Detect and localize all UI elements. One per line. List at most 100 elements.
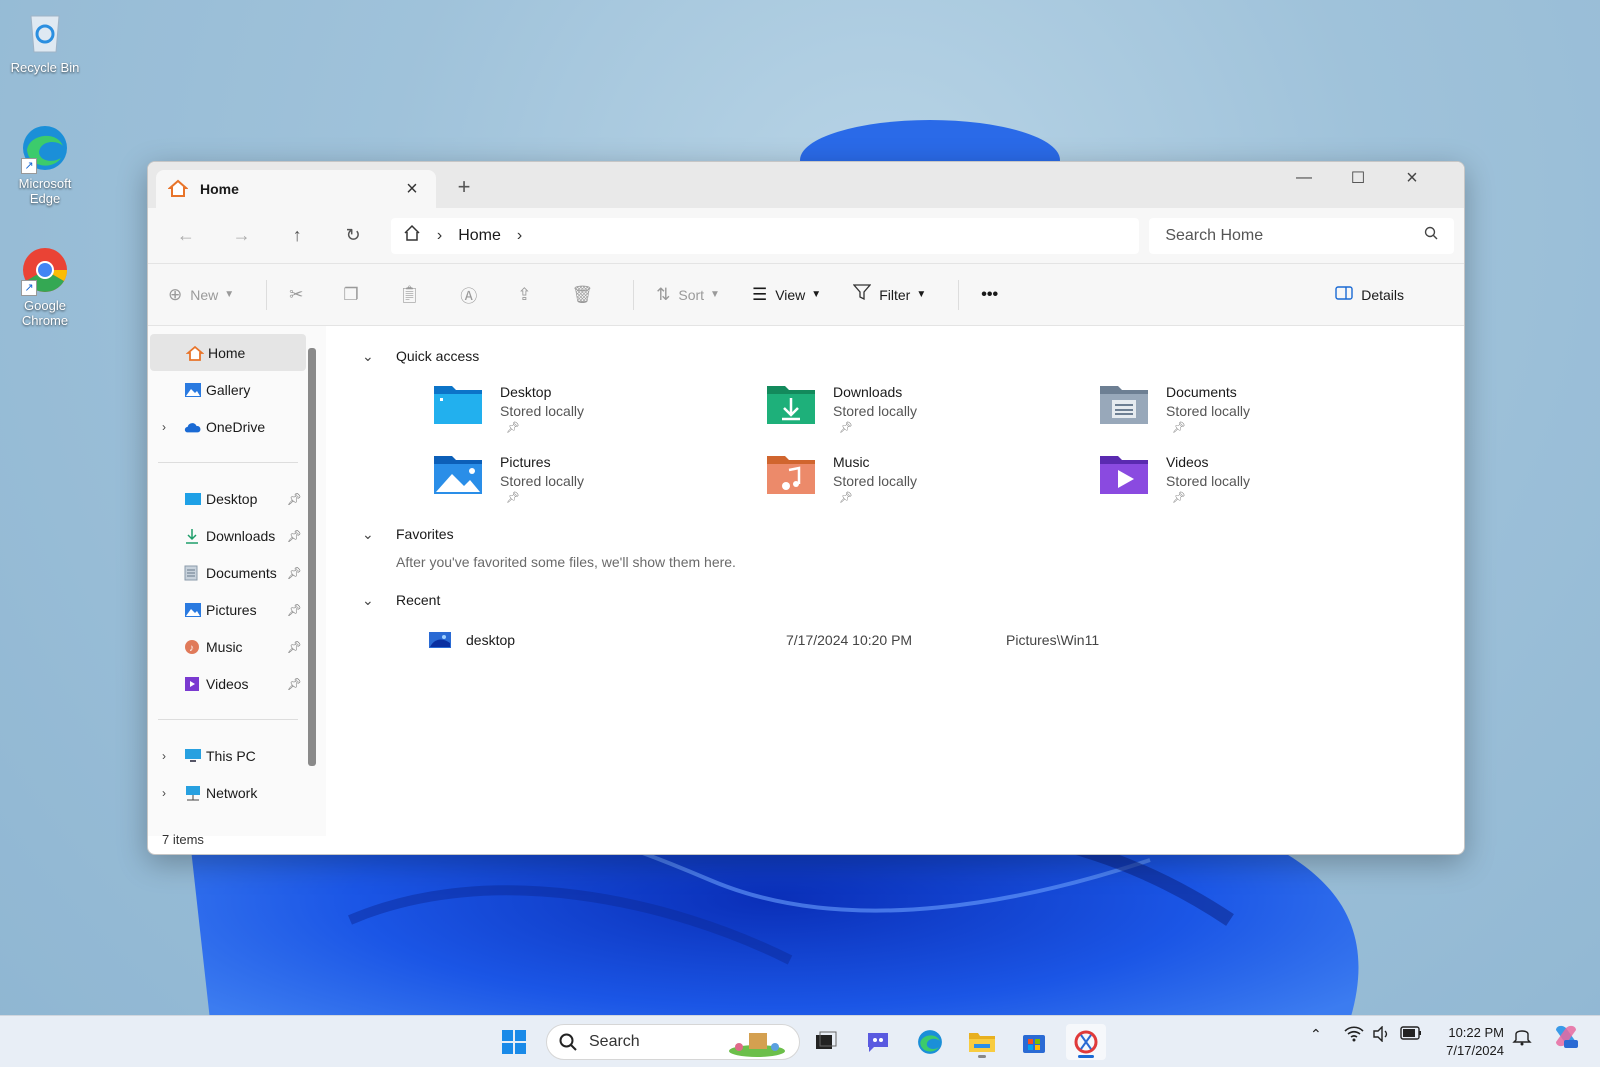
taskbar-snipping-tool[interactable] <box>1066 1024 1106 1060</box>
quick-access-pictures[interactable]: Pictures Stored locally 📌︎ <box>432 450 765 514</box>
view-button[interactable]: ☰ View ▼ <box>752 285 821 305</box>
back-button[interactable]: ← <box>158 225 214 246</box>
sidebar-item-documents[interactable]: Documents 📌︎ <box>148 554 306 591</box>
system-clock[interactable]: 10:22 PM 7/17/2024 <box>1430 1024 1504 1060</box>
sidebar-item-music[interactable]: ♪ Music 📌︎ <box>148 628 306 665</box>
more-options-button[interactable]: ••• <box>981 286 998 304</box>
share-button[interactable]: ⇪ <box>517 285 539 305</box>
tab-close-icon[interactable]: × <box>400 178 424 201</box>
forward-button[interactable]: → <box>214 225 270 246</box>
taskbar-file-explorer[interactable] <box>962 1024 1002 1060</box>
up-button[interactable]: ↑ <box>269 225 325 246</box>
pin-icon: 📌︎ <box>1172 422 1186 434</box>
tile-name: Desktop <box>500 384 552 400</box>
chevron-right-icon[interactable]: › <box>437 227 442 245</box>
section-recent[interactable]: ⌄ Recent <box>362 586 1464 614</box>
pin-icon[interactable]: 📌︎ <box>287 529 302 543</box>
sidebar-item-home[interactable]: Home <box>150 334 306 371</box>
filter-button[interactable]: Filter ▼ <box>852 284 926 305</box>
chevron-down-icon[interactable]: ⌄ <box>362 592 396 609</box>
rename-button[interactable]: Ⓐ <box>460 282 485 307</box>
breadcrumb[interactable]: › Home › <box>390 217 1140 254</box>
chevron-right-icon[interactable]: › <box>162 786 166 800</box>
volume-icon[interactable] <box>1372 1025 1392 1045</box>
cut-button[interactable]: ✂ <box>289 285 311 305</box>
sidebar-item-pictures[interactable]: Pictures 📌︎ <box>148 591 306 628</box>
search-box[interactable]: Search Home <box>1149 217 1454 254</box>
notification-icon[interactable] <box>1512 1026 1532 1049</box>
section-title: Quick access <box>396 348 480 364</box>
gallery-icon <box>184 382 202 398</box>
paste-button[interactable]: 📋︎ <box>399 285 429 305</box>
trash-icon: 🗑︎ <box>571 284 594 304</box>
recent-file-row[interactable]: desktop 7/17/2024 10:20 PM Pictures\Win1… <box>428 622 1464 658</box>
desktop-icon-recycle-bin[interactable]: Recycle Bin <box>4 8 86 75</box>
quick-access-music[interactable]: Music Stored locally 📌︎ <box>765 450 1098 514</box>
chevron-right-icon[interactable]: › <box>162 749 166 763</box>
quick-access-desktop[interactable]: Desktop Stored locally 📌︎ <box>432 380 765 444</box>
copilot-icon[interactable] <box>1552 1022 1580 1053</box>
pin-icon[interactable]: 📌︎ <box>287 566 302 580</box>
desktop-icon-edge[interactable]: ↗ Microsoft Edge <box>4 124 86 206</box>
refresh-button[interactable]: ↻ <box>325 225 381 246</box>
desktop-icon-label: Recycle Bin <box>10 60 80 75</box>
quick-access-downloads[interactable]: Downloads Stored locally 📌︎ <box>765 380 1098 444</box>
tab-home[interactable]: Home × <box>156 170 436 208</box>
maximize-button[interactable]: ☐ <box>1332 162 1384 194</box>
close-window-button[interactable]: × <box>1386 162 1438 194</box>
task-view-button[interactable] <box>806 1024 846 1060</box>
quick-access-videos[interactable]: Videos Stored locally 📌︎ <box>1098 450 1431 514</box>
sort-icon: ⇅ <box>656 284 671 304</box>
running-indicator <box>978 1055 986 1058</box>
store-icon <box>1023 1035 1045 1053</box>
desktop-folder-icon <box>184 492 202 506</box>
sidebar-item-label: Pictures <box>206 601 257 618</box>
breadcrumb-item-home[interactable]: Home <box>458 227 501 245</box>
details-pane-button[interactable]: Details <box>1335 285 1404 305</box>
search-input[interactable]: Search Home <box>1165 227 1263 245</box>
new-tab-button[interactable]: + <box>450 174 478 200</box>
pin-icon: 📌︎ <box>1172 492 1186 504</box>
chevron-down-icon[interactable]: ⌄ <box>362 348 396 365</box>
wifi-icon[interactable] <box>1344 1026 1364 1045</box>
minimize-button[interactable]: — <box>1278 162 1330 194</box>
pin-icon[interactable]: 📌︎ <box>287 677 302 691</box>
tile-status: Stored locally <box>1166 473 1251 489</box>
sidebar-item-desktop[interactable]: Desktop 📌︎ <box>148 480 306 517</box>
chevron-right-icon[interactable]: › <box>162 420 166 434</box>
copy-button[interactable]: ❐ <box>343 285 366 305</box>
search-highlight-icon <box>729 1033 785 1057</box>
sidebar-item-gallery[interactable]: Gallery <box>148 371 306 408</box>
taskbar-search[interactable]: Search <box>546 1024 800 1060</box>
desktop-icon-chrome[interactable]: ↗ Google Chrome <box>4 246 86 328</box>
start-button[interactable] <box>494 1024 534 1060</box>
quick-access-documents[interactable]: Documents Stored locally 📌︎ <box>1098 380 1431 444</box>
chat-button[interactable] <box>858 1024 898 1060</box>
section-title: Favorites <box>396 526 454 542</box>
home-icon[interactable] <box>403 224 421 247</box>
chevron-down-icon[interactable]: ⌄ <box>362 526 396 543</box>
taskbar-store[interactable] <box>1014 1024 1054 1060</box>
sidebar-item-onedrive[interactable]: › OneDrive <box>148 408 306 445</box>
pin-icon[interactable]: 📌︎ <box>287 492 302 506</box>
new-button[interactable]: ⊕ New ▼ <box>168 285 234 305</box>
show-hidden-icons-button[interactable]: ⌃ <box>1310 1026 1322 1043</box>
taskbar-edge[interactable] <box>910 1024 950 1060</box>
chevron-down-icon: ▼ <box>224 289 235 300</box>
sort-button[interactable]: ⇅ Sort ▼ <box>656 285 720 305</box>
battery-icon[interactable] <box>1400 1026 1422 1043</box>
section-favorites[interactable]: ⌄ Favorites <box>362 520 1464 548</box>
sidebar-scrollbar[interactable] <box>308 348 316 766</box>
delete-button[interactable]: 🗑︎ <box>572 285 602 305</box>
tile-status: Stored locally <box>1166 403 1251 419</box>
sidebar-item-this-pc[interactable]: › This PC <box>148 737 306 774</box>
section-quick-access[interactable]: ⌄ Quick access <box>362 342 1464 370</box>
search-icon <box>559 1033 577 1051</box>
sidebar-item-downloads[interactable]: Downloads 📌︎ <box>148 517 306 554</box>
pin-icon[interactable]: 📌︎ <box>287 603 302 617</box>
sidebar-item-network[interactable]: › Network <box>148 774 306 811</box>
sidebar-item-videos[interactable]: Videos 📌︎ <box>148 665 306 702</box>
chevron-right-icon[interactable]: › <box>517 227 522 245</box>
pin-icon[interactable]: 📌︎ <box>287 640 302 654</box>
tile-name: Downloads <box>833 384 903 400</box>
